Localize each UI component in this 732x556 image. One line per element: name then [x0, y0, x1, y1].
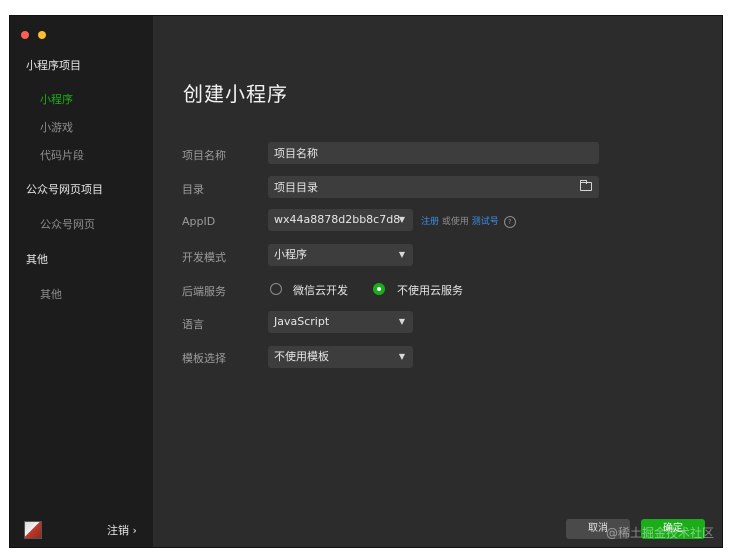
sidebar-item-other[interactable]: 其他 [40, 286, 62, 302]
appid-select[interactable]: wx44a8878d2bb8c7d8 ▼ [268, 209, 413, 231]
chevron-down-icon: ▼ [398, 250, 405, 259]
radio-cloud-dev-label[interactable]: 微信云开发 [293, 282, 348, 298]
project-name-field[interactable] [268, 142, 599, 164]
appid-label: AppID [182, 215, 216, 228]
window-controls [21, 24, 50, 43]
page-title: 创建小程序 [183, 82, 288, 106]
backend-label: 后端服务 [182, 285, 226, 298]
dev-mode-label: 开发模式 [182, 251, 226, 264]
template-select[interactable]: 不使用模板 ▼ [268, 346, 413, 368]
template-label: 模板选择 [182, 352, 226, 365]
directory-field[interactable] [268, 176, 599, 198]
sidebar: 小程序项目 小程序 小游戏 代码片段 公众号网页项目 公众号网页 其他 其他 注… [10, 16, 153, 547]
test-account-link[interactable]: 测试号 [472, 217, 499, 227]
directory-input[interactable] [274, 176, 562, 198]
sidebar-item-miniprogram[interactable]: 小程序 [40, 91, 73, 107]
language-label: 语言 [182, 318, 204, 331]
appid-value: wx44a8878d2bb8c7d8 [274, 213, 401, 226]
dialog-footer: 取消 确定 @稀土掘金技术社区 [153, 511, 722, 547]
close-window-button[interactable] [21, 31, 29, 39]
folder-icon[interactable] [580, 180, 592, 191]
language-value: JavaScript [274, 315, 330, 328]
directory-label: 目录 [182, 183, 204, 196]
help-icon[interactable]: ? [503, 215, 516, 228]
project-name-label: 项目名称 [182, 149, 226, 162]
radio-cloud-dev[interactable] [270, 283, 282, 295]
minimize-window-button[interactable] [38, 31, 47, 39]
chevron-down-icon: ▼ [398, 317, 405, 326]
register-link[interactable]: 注册 [421, 217, 439, 227]
radio-no-cloud-label[interactable]: 不使用云服务 [397, 282, 463, 298]
sidebar-group-miniprogram: 小程序项目 [26, 59, 81, 72]
sidebar-item-code-snippet[interactable]: 代码片段 [40, 147, 84, 163]
sidebar-item-official-webpage[interactable]: 公众号网页 [40, 216, 95, 232]
sidebar-item-minigame[interactable]: 小游戏 [40, 119, 73, 135]
template-value: 不使用模板 [274, 350, 329, 363]
main-panel: 创建小程序 项目名称 目录 AppID wx44a8878d2bb8c7d8 ▼… [153, 16, 722, 547]
watermark: @稀土掘金技术社区 [605, 526, 714, 540]
sidebar-group-official-account: 公众号网页项目 [26, 183, 103, 196]
chevron-down-icon: ▼ [398, 352, 405, 361]
avatar[interactable] [24, 521, 42, 539]
project-name-input[interactable] [274, 142, 562, 164]
or-use-text: 或使用 [441, 217, 469, 227]
sidebar-footer: 注销 › [10, 513, 153, 547]
logout-button[interactable]: 注销 › [107, 522, 137, 538]
chevron-down-icon: ▼ [398, 215, 405, 224]
dev-mode-value: 小程序 [274, 248, 307, 261]
language-select[interactable]: JavaScript ▼ [268, 311, 413, 333]
sidebar-group-other: 其他 [26, 253, 48, 266]
app-window: 小程序项目 小程序 小游戏 代码片段 公众号网页项目 公众号网页 其他 其他 注… [9, 15, 723, 548]
radio-no-cloud[interactable] [373, 283, 385, 295]
dev-mode-select[interactable]: 小程序 ▼ [268, 244, 413, 266]
appid-links: 注册 或使用 测试号 ? [421, 214, 516, 228]
